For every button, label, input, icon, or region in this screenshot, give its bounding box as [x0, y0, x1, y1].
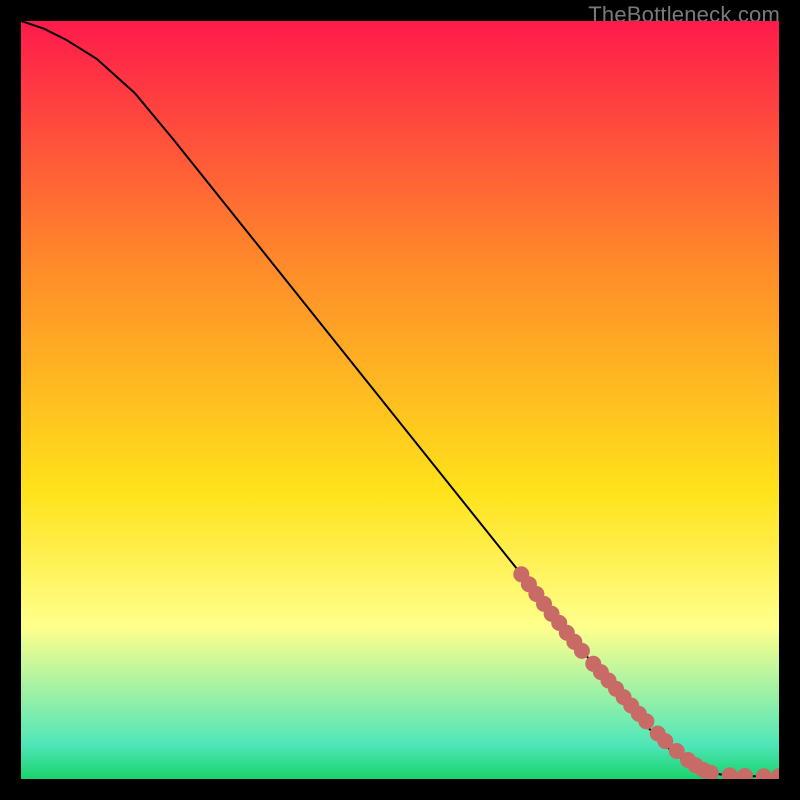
- marker-dot: [638, 713, 654, 729]
- marker-dot: [574, 643, 590, 659]
- chart-stage: TheBottleneck.com: [0, 0, 800, 800]
- gradient-background: [21, 21, 779, 779]
- plot-area: [21, 21, 779, 779]
- plot-svg: [21, 21, 779, 779]
